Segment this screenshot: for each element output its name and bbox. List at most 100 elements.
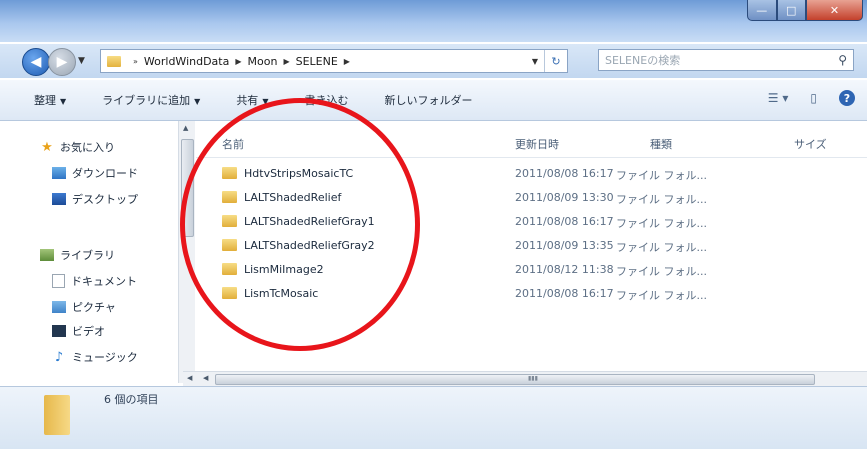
- breadcrumb-separator-icon[interactable]: »: [133, 57, 138, 66]
- help-icon[interactable]: ?: [839, 90, 855, 106]
- file-date: 2011/08/08 16:17: [515, 215, 614, 228]
- downloads-icon: [52, 167, 66, 179]
- file-name: HdtvStripsMosaicTC: [244, 167, 354, 180]
- table-row[interactable]: LALTShadedRelief 2011/08/09 13:30 ファイル フ…: [196, 187, 867, 209]
- library-icon: [40, 249, 54, 261]
- back-button[interactable]: ◀: [22, 48, 50, 76]
- breadcrumb-item[interactable]: Moon: [248, 55, 278, 68]
- preview-pane-icon[interactable]: ▯: [810, 91, 817, 105]
- nav-item-documents[interactable]: ドキュメント: [52, 271, 137, 291]
- desktop-icon: [52, 193, 66, 205]
- video-icon: [52, 325, 66, 337]
- view-controls: ☰ ▾ ▯ ?: [768, 90, 855, 106]
- nav-item-videos[interactable]: ビデオ: [52, 321, 105, 341]
- file-type: ファイル フォル...: [616, 193, 707, 206]
- address-bar[interactable]: » WorldWindData ▶ Moon ▶ SELENE ▶ ▼ ↻: [100, 49, 568, 73]
- new-folder-label: 新しいフォルダー: [384, 94, 473, 107]
- close-button[interactable]: ✕: [806, 0, 863, 21]
- item-count: 6 個の項目: [104, 393, 159, 406]
- forward-arrow-icon: ▶: [56, 54, 68, 70]
- view-options-icon[interactable]: ☰ ▾: [768, 91, 789, 105]
- scroll-left-icon[interactable]: ◀: [203, 374, 208, 382]
- navigation-pane: ★ お気に入り ダウンロード デスクトップ ライブラリ ドキュメント ピクチャ …: [0, 121, 178, 383]
- share-label: 共有: [236, 94, 259, 107]
- organize-button[interactable]: 整理 ▼: [34, 92, 66, 108]
- table-row[interactable]: LALTShadedReliefGray2 2011/08/09 13:35 フ…: [196, 235, 867, 257]
- scroll-left-icon[interactable]: ◀: [187, 374, 192, 382]
- nav-label: ミュージック: [72, 351, 138, 364]
- breadcrumb-separator-icon[interactable]: ▶: [283, 57, 289, 66]
- maximize-button[interactable]: □: [776, 0, 806, 21]
- forward-button[interactable]: ▶: [48, 48, 76, 76]
- breadcrumb-item[interactable]: WorldWindData: [144, 55, 229, 68]
- maximize-icon: □: [786, 3, 797, 17]
- nav-pane-scrollbar[interactable]: ▲: [178, 121, 195, 383]
- nav-item-downloads[interactable]: ダウンロード: [52, 163, 138, 183]
- scrollbar-thumb[interactable]: [215, 374, 815, 385]
- file-name: LALTShadedReliefGray1: [244, 215, 375, 228]
- recent-pages-dropdown-icon[interactable]: ▼: [78, 56, 85, 66]
- title-bar[interactable]: — □ ✕: [0, 0, 867, 42]
- search-icon[interactable]: ⚲: [838, 53, 847, 67]
- column-header-date[interactable]: 更新日時: [515, 133, 559, 155]
- nav-label: ピクチャ: [72, 301, 116, 314]
- file-date: 2011/08/09 13:35: [515, 239, 614, 252]
- column-header-type[interactable]: 種類: [650, 133, 672, 155]
- add-library-label: ライブラリに追加: [102, 94, 191, 107]
- nav-label: ビデオ: [72, 325, 105, 338]
- address-dropdown-icon[interactable]: ▼: [526, 57, 544, 66]
- file-name: LALTShadedRelief: [244, 191, 342, 204]
- nav-item-desktop[interactable]: デスクトップ: [52, 189, 138, 209]
- nav-item-libraries[interactable]: ライブラリ: [40, 245, 115, 265]
- scrollbar-thumb[interactable]: [181, 139, 194, 237]
- folder-icon: [222, 215, 237, 227]
- breadcrumb-separator-icon[interactable]: ▶: [235, 57, 241, 66]
- folder-icon: [222, 239, 237, 251]
- folder-icon: [222, 167, 237, 179]
- nav-item-pictures[interactable]: ピクチャ: [52, 297, 116, 317]
- add-to-library-button[interactable]: ライブラリに追加 ▼: [102, 92, 200, 108]
- column-header-name[interactable]: 名前: [222, 133, 244, 155]
- nav-item-music[interactable]: ♪ ミュージック: [52, 347, 138, 367]
- file-date: 2011/08/08 16:17: [515, 287, 614, 300]
- horizontal-scrollbar[interactable]: ◀ ◀ ▮▮▮: [183, 371, 867, 386]
- scroll-up-icon[interactable]: ▲: [183, 124, 188, 132]
- table-row[interactable]: LismMiImage2 2011/08/12 11:38 ファイル フォル..…: [196, 259, 867, 281]
- file-date: 2011/08/09 13:30: [515, 191, 614, 204]
- column-header-size[interactable]: サイズ: [794, 133, 827, 155]
- search-placeholder: SELENEの検索: [605, 54, 681, 67]
- refresh-icon[interactable]: ↻: [544, 50, 567, 72]
- file-type: ファイル フォル...: [616, 217, 707, 230]
- folder-icon: [222, 287, 237, 299]
- minimize-icon: —: [756, 3, 768, 17]
- picture-icon: [52, 301, 66, 313]
- file-name: LismMiImage2: [244, 263, 324, 276]
- star-icon: ★: [41, 139, 53, 155]
- search-input[interactable]: SELENEの検索 ⚲: [598, 49, 854, 71]
- new-folder-button[interactable]: 新しいフォルダー: [384, 92, 472, 108]
- file-date: 2011/08/12 11:38: [515, 263, 614, 276]
- share-button[interactable]: 共有 ▼: [236, 92, 268, 108]
- organize-label: 整理: [34, 94, 56, 107]
- file-type: ファイル フォル...: [616, 169, 707, 182]
- breadcrumb-item[interactable]: SELENE: [296, 55, 338, 68]
- minimize-button[interactable]: —: [747, 0, 777, 21]
- music-icon: ♪: [54, 349, 64, 365]
- breadcrumb-separator-icon[interactable]: ▶: [344, 57, 350, 66]
- file-name: LismTcMosaic: [244, 287, 319, 300]
- table-row[interactable]: HdtvStripsMosaicTC 2011/08/08 16:17 ファイル…: [196, 163, 867, 185]
- folder-icon: [222, 191, 237, 203]
- file-type: ファイル フォル...: [616, 265, 707, 278]
- burn-button[interactable]: 書き込む: [304, 92, 348, 108]
- nav-label: ドキュメント: [71, 275, 137, 288]
- table-row[interactable]: LALTShadedReliefGray1 2011/08/08 16:17 フ…: [196, 211, 867, 233]
- chevron-down-icon: ▼: [262, 97, 269, 106]
- address-row: ◀ ▶ ▼ » WorldWindData ▶ Moon ▶ SELENE ▶ …: [0, 44, 867, 78]
- nav-item-favorites[interactable]: ★ お気に入り: [40, 137, 115, 157]
- table-row[interactable]: LismTcMosaic 2011/08/08 16:17 ファイル フォル..…: [196, 283, 867, 305]
- folder-icon: [44, 395, 70, 435]
- file-list: 名前 更新日時 種類 サイズ HdtvStripsMosaicTC 2011/0…: [196, 121, 867, 373]
- document-icon: [52, 274, 65, 288]
- header-divider: [196, 157, 867, 158]
- file-name: LALTShadedReliefGray2: [244, 239, 375, 252]
